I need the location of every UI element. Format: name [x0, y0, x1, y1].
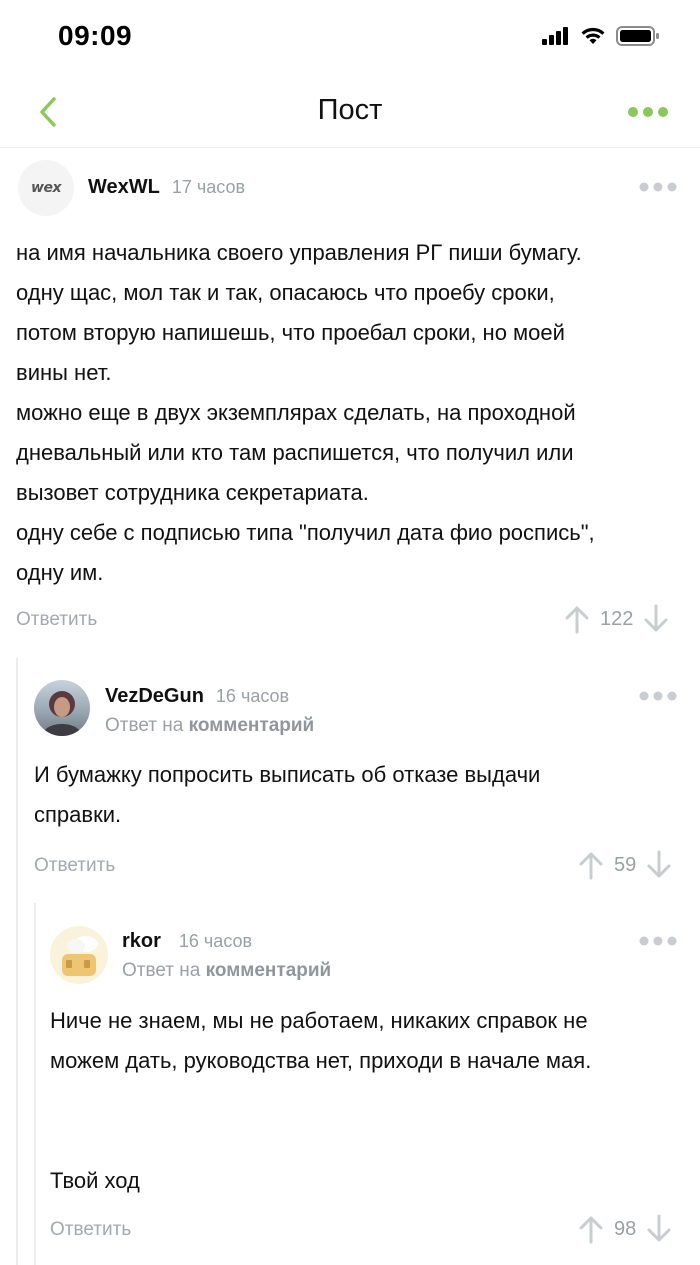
comment-line-empty — [50, 1081, 690, 1121]
comment-line: вины нет. — [16, 360, 112, 385]
reply-to-line: Ответ на комментарий — [105, 715, 314, 737]
comment-line: можно еще в двух экземплярах сделать, на… — [16, 400, 576, 425]
comment-line: вызовет сотрудника секретариата. — [16, 480, 369, 505]
author-name[interactable]: WexWL — [88, 176, 160, 199]
thread-line[interactable] — [34, 903, 36, 1265]
downvote-arrow-icon[interactable] — [646, 1214, 672, 1244]
wifi-icon — [581, 27, 605, 44]
avatar-person-image — [42, 691, 82, 736]
author-name[interactable]: rkor — [122, 930, 161, 953]
comment-line: дневальный или кто там распишется, что п… — [16, 440, 574, 465]
avatar-illustration — [62, 936, 98, 976]
comment-line: справки. — [34, 802, 122, 827]
vote-controls: 122 — [564, 604, 669, 634]
comment-time: 16 часов — [178, 931, 253, 951]
avatar[interactable] — [50, 926, 108, 984]
status-bar: 09:09 — [0, 0, 700, 76]
rating-count: 98 — [614, 1217, 637, 1240]
more-options-icon[interactable] — [626, 100, 670, 124]
reply-to-line: Ответ на комментарий — [122, 960, 331, 982]
avatar-logo-text: wex — [31, 180, 61, 196]
comment-line: Ниче не знаем, мы не работаем, никаких с… — [50, 1008, 588, 1033]
comment-body: И бумажку попросить выписать об отказе в… — [34, 755, 684, 835]
comment-body: на имя начальника своего управления РГ п… — [16, 233, 686, 593]
rating-count: 122 — [600, 607, 634, 630]
downvote-arrow-icon[interactable] — [646, 850, 672, 880]
comment-menu-icon[interactable] — [638, 934, 678, 948]
reply-to-prefix: Ответ на — [105, 715, 184, 736]
comment-body: Ниче не знаем, мы не работаем, никаких с… — [50, 1001, 690, 1201]
avatar[interactable] — [34, 680, 90, 736]
comment-header: VezDeGun 16 часов — [105, 685, 289, 708]
reply-button[interactable]: Ответить — [34, 855, 115, 877]
comment-menu-icon[interactable] — [638, 689, 678, 703]
thread-line[interactable] — [16, 658, 18, 1265]
status-time: 09:09 — [58, 20, 133, 51]
vote-controls: 59 — [578, 850, 672, 880]
rating-count: 59 — [614, 853, 637, 876]
signal-icon — [542, 27, 568, 45]
upvote-arrow-icon[interactable] — [564, 604, 590, 634]
comment-menu-icon[interactable] — [638, 180, 678, 194]
downvote-arrow-icon[interactable] — [643, 604, 669, 634]
nav-bar: Пост — [0, 76, 700, 148]
reply-button[interactable]: Ответить — [16, 609, 97, 631]
vote-controls: 98 — [578, 1214, 672, 1244]
page-title: Пост — [317, 94, 383, 126]
reply-to-prefix: Ответ на — [122, 960, 201, 981]
reply-to-link[interactable]: комментарий — [206, 960, 332, 981]
comment-time: 16 часов — [215, 686, 290, 706]
comment-time: 17 часов — [171, 177, 246, 197]
comment-line: на имя начальника своего управления РГ п… — [16, 240, 582, 265]
comment-line: И бумажку попросить выписать об отказе в… — [34, 762, 541, 787]
battery-icon — [616, 26, 659, 46]
upvote-arrow-icon[interactable] — [578, 850, 604, 880]
comment-line: одну им. — [16, 560, 104, 585]
avatar[interactable]: wex — [18, 160, 74, 216]
reply-to-link[interactable]: комментарий — [189, 715, 315, 736]
reply-button[interactable]: Ответить — [50, 1219, 131, 1241]
comment-header: rkor 16 часов — [122, 930, 252, 953]
upvote-arrow-icon[interactable] — [578, 1214, 604, 1244]
author-name[interactable]: VezDeGun — [105, 685, 204, 708]
comment-line: можем дать, руководства нет, приходи в н… — [50, 1048, 592, 1073]
comment-line-empty — [50, 1121, 690, 1161]
comment-line: одну себе с подписью типа "получил дата … — [16, 520, 595, 545]
comment-header: WexWL 17 часов — [88, 176, 245, 199]
status-icons — [542, 26, 660, 46]
comment-line: Твой ход — [50, 1168, 140, 1193]
comment-line: одну щас, мол так и так, опасаюсь что пр… — [16, 280, 555, 305]
comment-line: потом вторую напишешь, что проебал сроки… — [16, 320, 565, 345]
